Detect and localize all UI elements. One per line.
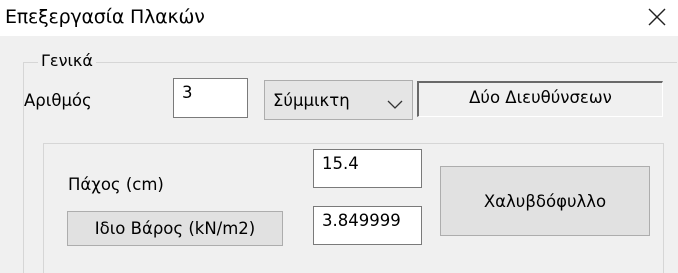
- dialog-body: Γενικά Αριθμός 3 Σύμμικτη Δύο Διευθύνσεω…: [0, 36, 678, 273]
- thickness-label: Πάχος (cm): [68, 175, 164, 194]
- self-weight-button[interactable]: Ιδιο Βάρος (kN/m2): [67, 211, 283, 246]
- slab-type-select[interactable]: Σύμμικτη: [264, 80, 413, 120]
- number-input[interactable]: 3: [173, 78, 248, 118]
- slab-type-select-value: Σύμμικτη: [273, 91, 350, 110]
- thickness-input[interactable]: 15.4: [313, 149, 422, 188]
- direction-display: Δύο Διευθύνσεων: [417, 81, 663, 117]
- general-group-legend: Γενικά: [38, 51, 96, 71]
- window-title: Επεξεργασία Πλακών: [5, 6, 205, 28]
- number-label: Αριθμός: [24, 91, 92, 110]
- steel-deck-button[interactable]: Χαλυβδόφυλλο: [440, 166, 650, 236]
- self-weight-input[interactable]: 3.849999: [313, 206, 422, 245]
- close-icon[interactable]: [640, 0, 674, 34]
- chevron-down-icon: [387, 95, 403, 109]
